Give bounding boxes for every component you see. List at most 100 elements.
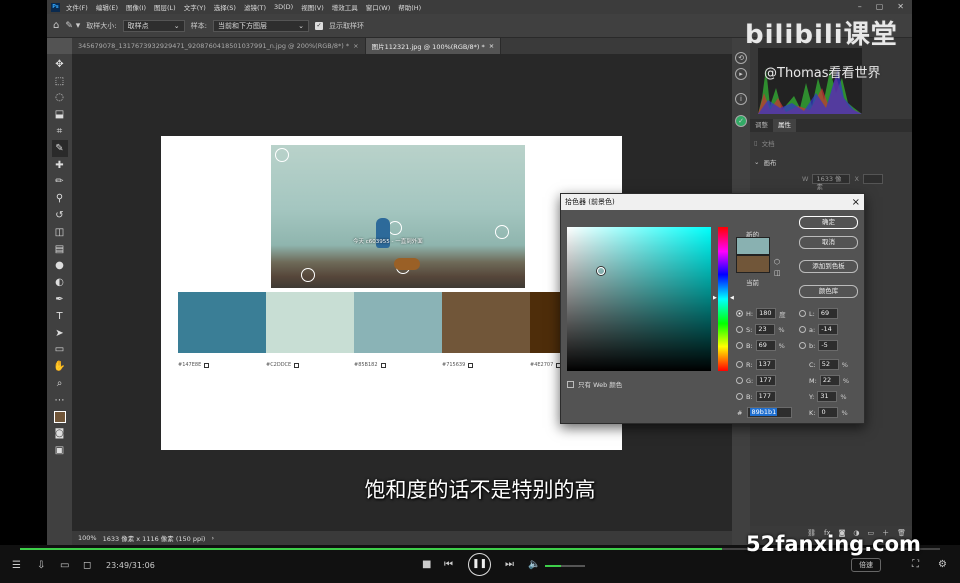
lab-b-input[interactable]: -5 [818,340,839,351]
menu-select[interactable]: 选择(S) [214,2,236,12]
speed-button[interactable]: 倍速 [851,558,881,572]
r-input[interactable]: 137 [755,359,776,370]
hue-slider[interactable] [718,227,728,371]
color-swatches-icon[interactable] [52,409,68,426]
menu-help[interactable]: 帮助(H) [398,2,421,12]
tab-adjustments[interactable]: 调整 [750,119,773,132]
current-color-swatch[interactable] [736,255,770,273]
menu-layer[interactable]: 图层(L) [154,2,176,12]
comment-icon[interactable]: ▭ [60,560,69,571]
cancel-button[interactable]: 取消 [799,236,858,249]
close-icon[interactable]: × [489,42,494,50]
pause-button[interactable]: ❚❚ [468,553,491,576]
screen-mode-icon[interactable]: ▣ [52,442,68,459]
add-to-swatches-button[interactable]: 添加到色板 [799,260,858,273]
sample-size-select[interactable]: 取样点 ⌄ [122,19,185,32]
history-brush-tool-icon[interactable]: ↺ [52,207,68,224]
saturation-brightness-field[interactable] [567,227,711,371]
close-icon[interactable]: × [353,42,358,50]
color-libraries-button[interactable]: 颜色库 [799,285,858,298]
s-input[interactable]: 23 [755,324,776,335]
move-tool-icon[interactable]: ✥ [52,56,68,73]
tab-document-1[interactable]: 345679078_1317673932929471_9208760418501… [72,38,366,54]
type-tool-icon[interactable]: T [52,308,68,325]
hex-input[interactable]: 89b1b1 [747,407,793,418]
home-icon[interactable]: ⌂ [53,20,59,31]
quick-mask-icon[interactable]: ◙ [52,426,68,443]
fullscreen-icon[interactable]: ⛶ [912,559,919,570]
palette-swatch-3[interactable] [354,292,442,353]
menu-plugins[interactable]: 增效工具 [332,2,358,12]
hue-arrow-left-icon[interactable]: ▶ [713,295,717,301]
document-info[interactable]: 1633 像素 x 1116 像素 (150 ppi) [103,533,206,543]
ok-button[interactable]: 确定 [799,216,858,229]
out-of-gamut-icon[interactable]: ⬡ [774,258,780,266]
a-input[interactable]: -14 [818,324,839,335]
menu-edit[interactable]: 编辑(E) [96,2,118,12]
zoom-tool-icon[interactable]: ⌕ [52,375,68,392]
width-field[interactable]: 1633 像素 [812,174,851,191]
radio-s[interactable] [736,326,743,333]
menu-window[interactable]: 窗口(W) [366,2,391,12]
chevron-down-icon[interactable]: ⌄ [754,158,759,166]
radio-b[interactable] [736,342,743,349]
brush-tool-icon[interactable]: ✏ [52,174,68,191]
web-colors-checkbox[interactable] [567,380,574,388]
sample-layers-select[interactable]: 当前和下方图层 ⌄ [213,19,309,32]
y-input[interactable]: 31 [817,391,838,402]
l-input[interactable]: 69 [817,308,838,319]
color-cursor[interactable] [597,267,605,275]
hue-arrow-right-icon[interactable]: ◀ [730,295,734,301]
info-icon[interactable]: i [735,93,747,105]
maximize-icon[interactable]: ▢ [876,2,884,11]
document-canvas[interactable]: 今天 c603955 - 一直到外面 #147E8E #C2DDCE #85B1… [161,136,622,450]
tab-document-2[interactable]: 图片112321.jpg @ 100%(RGB/8*) * × [365,38,502,54]
b-input[interactable]: 69 [755,340,776,351]
radio-a[interactable] [799,326,806,333]
menu-image[interactable]: 图像(I) [126,2,146,12]
eraser-tool-icon[interactable]: ◫ [52,224,68,241]
gradient-tool-icon[interactable]: ▤ [52,241,68,258]
pen-tool-icon[interactable]: ✒ [52,291,68,308]
history-icon[interactable]: ⟲ [735,52,747,64]
radio-h[interactable] [736,310,743,317]
h-input[interactable]: 180 [756,308,777,319]
radio-l[interactable] [799,310,806,317]
eyedropper-preset-icon[interactable]: ✎ ▾ [65,21,80,31]
close-icon[interactable]: × [852,197,860,208]
list-icon[interactable]: ☰ [12,560,21,571]
next-icon[interactable]: ⏭ [505,559,514,570]
radio-blue[interactable] [736,393,743,400]
show-ring-checkbox[interactable]: ✓ [315,21,323,30]
path-select-tool-icon[interactable]: ➤ [52,325,68,342]
lasso-tool-icon[interactable]: ◌ [52,90,68,107]
close-icon[interactable]: ✕ [897,2,904,11]
radio-lab-b[interactable] [799,342,806,349]
more-tools-icon[interactable]: ⋯ [52,392,68,409]
menu-file[interactable]: 文件(F) [66,2,88,12]
web-safe-icon[interactable]: ◫ [774,269,781,277]
tab-properties[interactable]: 属性 [773,119,796,132]
hand-tool-icon[interactable]: ✋ [52,358,68,375]
blue-input[interactable]: 177 [755,391,776,402]
palette-swatch-1[interactable] [178,292,266,353]
eyedropper-tool-icon[interactable]: ✎ [51,139,68,157]
menu-view[interactable]: 视图(V) [301,2,324,12]
settings-icon[interactable]: ⚙ [938,559,947,570]
radio-g[interactable] [736,377,743,384]
blur-tool-icon[interactable]: ● [52,258,68,275]
plugin-icon[interactable]: ✓ [735,115,747,127]
c-input[interactable]: 52 [818,359,839,370]
crop-tool-icon[interactable]: ⌗ [52,123,68,140]
healing-brush-tool-icon[interactable]: ✚ [52,157,68,174]
danmaku-icon[interactable]: ◻ [83,560,91,571]
chevron-right-icon[interactable]: › [211,534,214,542]
previous-icon[interactable]: ⏮ [444,559,453,570]
shape-tool-icon[interactable]: ▭ [52,342,68,359]
clone-stamp-tool-icon[interactable]: ⚲ [52,190,68,207]
palette-swatch-4[interactable] [442,292,530,353]
radio-r[interactable] [736,361,743,368]
g-input[interactable]: 177 [756,375,777,386]
object-select-tool-icon[interactable]: ⬓ [52,106,68,123]
stop-icon[interactable]: ■ [422,559,431,570]
